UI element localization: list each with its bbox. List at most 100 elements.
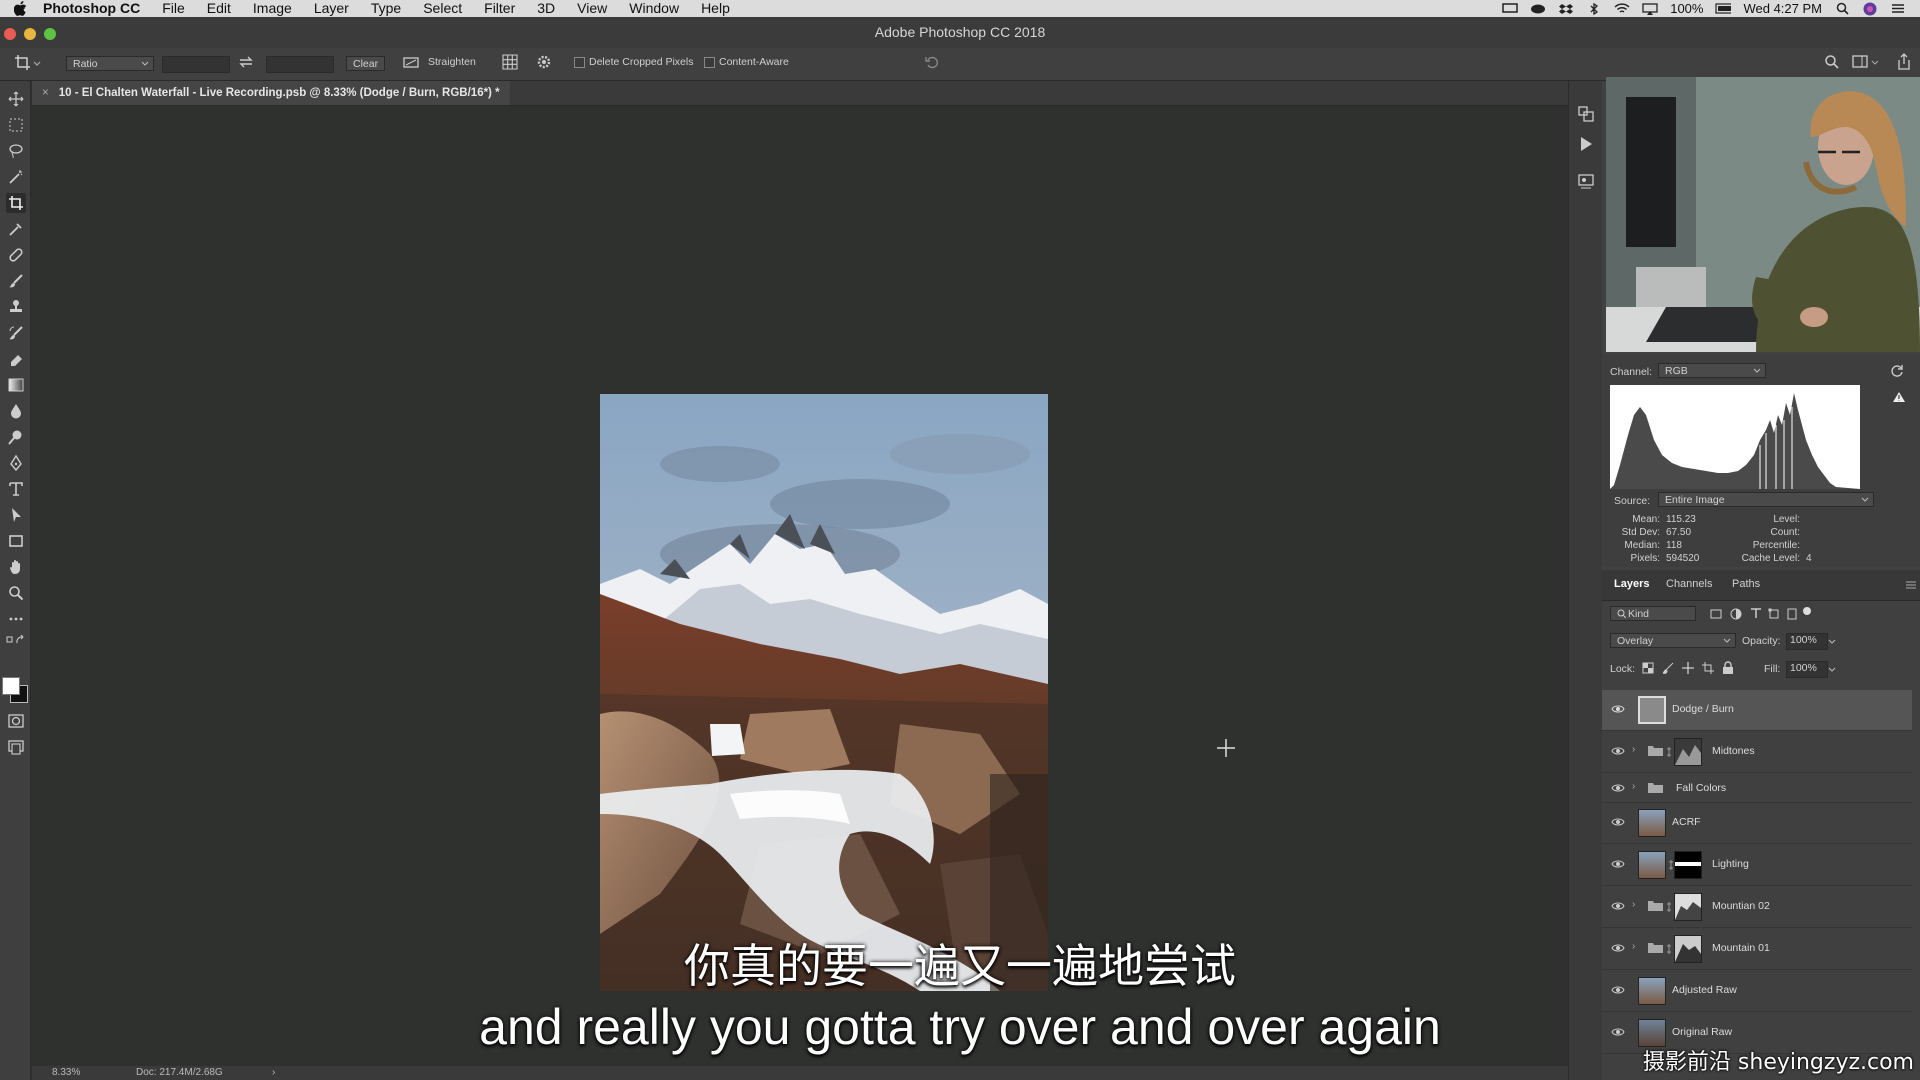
mask-link-icon[interactable] <box>1666 902 1672 915</box>
layer-name[interactable]: Midtones <box>1712 745 1755 757</box>
lasso-tool-icon[interactable] <box>6 141 26 161</box>
eyedropper-tool-icon[interactable] <box>6 219 26 239</box>
share-icon[interactable] <box>1896 53 1912 74</box>
menu-layer[interactable]: Layer <box>314 0 349 17</box>
layer-row-acrf[interactable]: ACRF <box>1602 803 1912 844</box>
menu-clock[interactable]: Wed 4:27 PM <box>1743 1 1822 16</box>
lock-all-icon[interactable] <box>1722 661 1734 677</box>
layer-row-lighting[interactable]: Lighting <box>1602 845 1912 886</box>
layer-mask-thumbnail[interactable] <box>1674 893 1702 921</box>
zoom-level[interactable]: 8.33% <box>52 1067 80 1078</box>
marquee-tool-icon[interactable] <box>6 115 26 135</box>
clone-stamp-tool-icon[interactable] <box>6 297 26 317</box>
layer-row-fall-colors[interactable]: › Fall Colors <box>1602 774 1912 803</box>
battery-icon[interactable] <box>1715 3 1732 15</box>
refresh-histogram-icon[interactable] <box>1890 364 1904 381</box>
siri-icon[interactable] <box>1862 2 1878 15</box>
layer-name[interactable]: ACRF <box>1672 816 1701 828</box>
layer-thumbnail[interactable] <box>1638 851 1666 879</box>
hand-tool-icon[interactable] <box>6 557 26 577</box>
crop-tool-preset-icon[interactable] <box>14 54 42 75</box>
overlay-grid-icon[interactable] <box>502 54 518 73</box>
checkbox-box[interactable] <box>574 56 585 68</box>
history-brush-tool-icon[interactable] <box>6 323 26 343</box>
fill-chevron-icon[interactable] <box>1828 664 1836 676</box>
zoom-tool-icon[interactable] <box>6 583 26 603</box>
menu-filter[interactable]: Filter <box>484 0 515 17</box>
crop-width-input[interactable] <box>162 56 230 73</box>
brush-tool-icon[interactable] <box>6 271 26 291</box>
status-arrow[interactable]: › <box>272 1067 275 1078</box>
magic-wand-tool-icon[interactable] <box>6 167 26 187</box>
straighten-label[interactable]: Straighten <box>428 56 476 68</box>
menu-edit[interactable]: Edit <box>207 0 231 17</box>
path-selection-tool-icon[interactable] <box>6 505 26 525</box>
visibility-eye-icon[interactable] <box>1611 859 1625 869</box>
filter-adjustment-icon[interactable] <box>1730 608 1742 623</box>
source-dropdown[interactable]: Entire Image <box>1658 492 1874 507</box>
more-tools-icon[interactable] <box>6 609 26 629</box>
menu-select[interactable]: Select <box>423 0 462 17</box>
menu-3d[interactable]: 3D <box>537 0 555 17</box>
tab-paths[interactable]: Paths <box>1732 578 1760 590</box>
mask-link-icon[interactable] <box>1666 747 1672 760</box>
reset-icon[interactable] <box>924 54 940 73</box>
straighten-icon[interactable] <box>402 54 420 73</box>
visibility-eye-icon[interactable] <box>1611 704 1625 714</box>
type-tool-icon[interactable] <box>6 479 26 499</box>
filter-type-icon[interactable] <box>1750 607 1762 622</box>
visibility-eye-icon[interactable] <box>1611 901 1625 911</box>
workspace-switcher-icon[interactable] <box>1852 54 1880 73</box>
spotlight-search-icon[interactable] <box>1834 2 1850 15</box>
menu-view[interactable]: View <box>577 0 607 17</box>
fill-input[interactable]: 100% <box>1786 661 1828 678</box>
visibility-eye-icon[interactable] <box>1611 817 1625 827</box>
layer-thumbnail[interactable] <box>1638 696 1666 724</box>
layer-name[interactable]: Lighting <box>1712 858 1749 870</box>
lock-position-icon[interactable] <box>1682 662 1694 677</box>
layer-mask-thumbnail[interactable] <box>1674 738 1702 766</box>
checkbox-box[interactable] <box>704 56 715 68</box>
airplay-icon[interactable] <box>1642 2 1658 15</box>
crop-settings-gear-icon[interactable] <box>536 54 552 73</box>
layer-row-mountian-02[interactable]: › Mountian 02 <box>1602 887 1912 928</box>
properties-panel-icon[interactable] <box>1577 173 1595 196</box>
close-document-icon[interactable]: × <box>42 87 49 99</box>
gradient-tool-icon[interactable] <box>6 375 26 395</box>
dropbox-icon[interactable] <box>1558 3 1574 15</box>
delete-cropped-pixels-checkbox[interactable]: Delete Cropped Pixels <box>574 56 693 68</box>
filter-toggle-icon[interactable] <box>1802 606 1812 619</box>
lock-artboard-icon[interactable] <box>1702 662 1714 677</box>
filter-shape-icon[interactable] <box>1768 608 1780 623</box>
visibility-eye-icon[interactable] <box>1611 783 1625 793</box>
menu-window[interactable]: Window <box>629 0 679 17</box>
rectangle-tool-icon[interactable] <box>6 531 26 551</box>
group-expand-icon[interactable]: › <box>1632 899 1635 910</box>
layer-thumbnail[interactable] <box>1638 809 1666 837</box>
search-icon[interactable] <box>1824 54 1840 73</box>
move-tool-icon[interactable] <box>6 89 26 109</box>
menu-help[interactable]: Help <box>701 0 730 17</box>
color-swatches[interactable] <box>2 677 28 703</box>
tab-layers[interactable]: Layers <box>1614 578 1649 590</box>
group-expand-icon[interactable]: › <box>1632 781 1635 792</box>
layer-row-midtones[interactable]: › Midtones <box>1602 732 1912 773</box>
history-panel-icon[interactable] <box>1577 105 1595 128</box>
display-icon[interactable] <box>1502 3 1518 15</box>
pen-tool-icon[interactable] <box>6 453 26 473</box>
layer-name[interactable]: Mountian 02 <box>1712 900 1770 912</box>
dodge-tool-icon[interactable] <box>6 427 26 447</box>
menu-app-name[interactable]: Photoshop CC <box>43 0 140 17</box>
tab-channels[interactable]: Channels <box>1666 578 1712 590</box>
layer-name[interactable]: Fall Colors <box>1676 782 1726 794</box>
doc-size[interactable]: Doc: 217.4M/2.68G <box>136 1067 223 1078</box>
blur-tool-icon[interactable] <box>6 401 26 421</box>
visibility-eye-icon[interactable] <box>1611 746 1625 756</box>
filter-pixel-icon[interactable] <box>1710 608 1722 623</box>
quick-mask-icon[interactable] <box>6 711 26 731</box>
layer-mask-thumbnail[interactable] <box>1674 851 1702 879</box>
actions-play-icon[interactable] <box>1577 135 1595 158</box>
filter-kind-dropdown[interactable]: Kind <box>1610 606 1696 621</box>
group-expand-icon[interactable]: › <box>1632 744 1635 755</box>
document-tab[interactable]: × 10 - El Chalten Waterfall - Live Recor… <box>32 81 510 105</box>
